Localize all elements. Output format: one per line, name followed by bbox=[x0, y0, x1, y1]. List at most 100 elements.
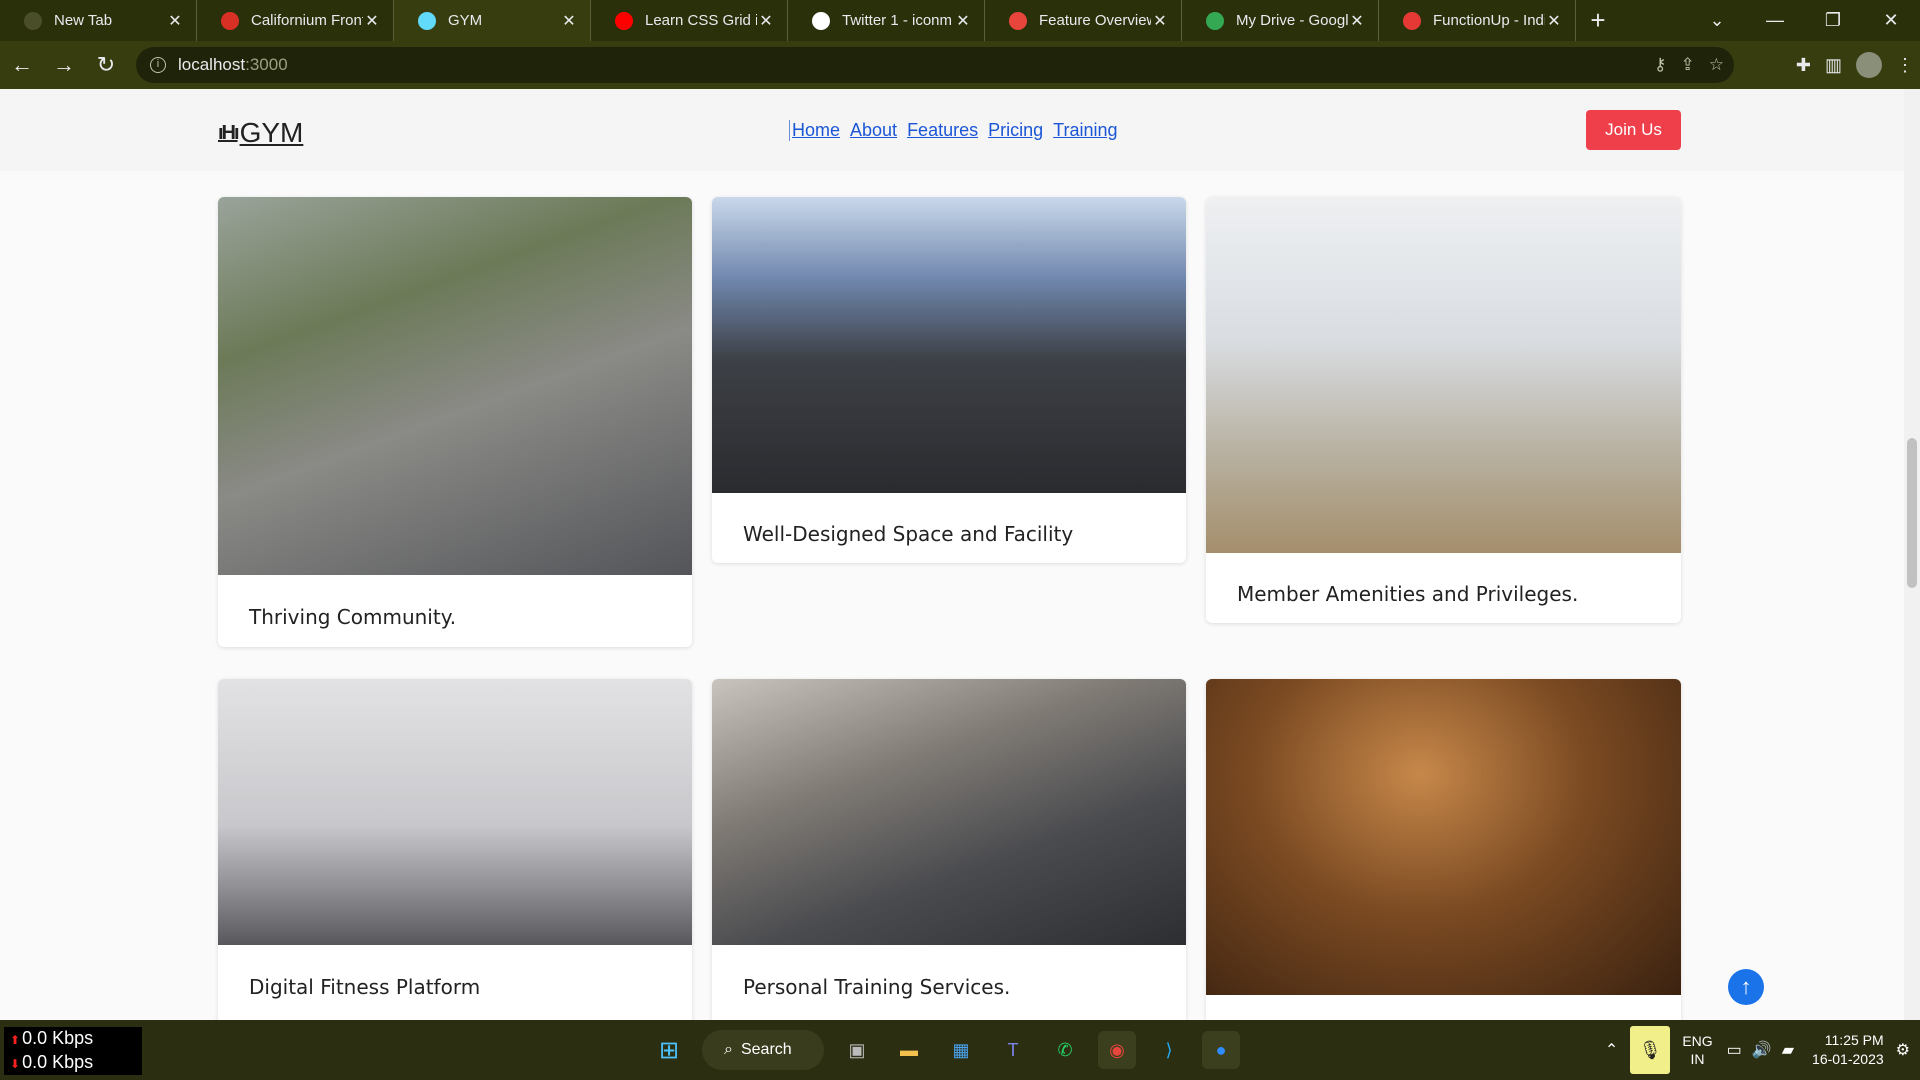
task-view-icon[interactable]: ▣ bbox=[838, 1031, 876, 1069]
functionup-icon bbox=[1403, 11, 1421, 30]
trainers-photo bbox=[712, 679, 1186, 945]
feature-icon bbox=[1009, 11, 1027, 30]
vscode-icon[interactable]: ⟩ bbox=[1150, 1031, 1188, 1069]
chrome-icon bbox=[24, 11, 42, 30]
reload-icon[interactable]: ↻ bbox=[86, 45, 126, 85]
browser-tab[interactable]: Feature Overview ✕ bbox=[985, 0, 1182, 41]
back-icon[interactable]: ← bbox=[2, 45, 42, 85]
toolbar-right: ✚ ▥ ⋮ bbox=[1796, 41, 1914, 89]
search-label: Search bbox=[740, 1041, 792, 1058]
feature-caption: Digital Fitness Platform bbox=[249, 975, 481, 999]
bookmark-star-icon[interactable]: ☆ bbox=[1709, 55, 1724, 75]
language-indicator[interactable]: ENG IN bbox=[1682, 1032, 1712, 1068]
nav-link-training[interactable]: Training bbox=[1053, 120, 1117, 141]
share-icon[interactable]: ⇪ bbox=[1681, 55, 1695, 75]
chrome-icon[interactable]: ◉ bbox=[1098, 1031, 1136, 1069]
dumbbell-icon: ıHı bbox=[218, 121, 240, 144]
address-bar[interactable]: i localhost:3000 ⚷ ⇪ ☆ bbox=[136, 47, 1734, 83]
volume-icon: 🔊 bbox=[1751, 1042, 1772, 1059]
extensions-puzzle-icon[interactable]: ✚ bbox=[1796, 55, 1811, 76]
browser-tab[interactable]: My Drive - Googl ✕ bbox=[1182, 0, 1379, 41]
tab-close-icon[interactable]: ✕ bbox=[1151, 11, 1169, 31]
search-icon: ⌕ bbox=[724, 1041, 733, 1058]
tab-close-icon[interactable]: ✕ bbox=[954, 11, 972, 31]
windows-start-icon[interactable]: ⊞ bbox=[650, 1031, 688, 1069]
url-host: localhost bbox=[178, 55, 246, 74]
tab-close-icon[interactable]: ✕ bbox=[363, 11, 381, 31]
forward-icon[interactable]: → bbox=[44, 45, 84, 85]
tab-close-icon[interactable]: ✕ bbox=[1545, 11, 1563, 31]
nav-link-home[interactable]: Home bbox=[792, 120, 840, 141]
notifications-icon[interactable]: ⚙ bbox=[1896, 1040, 1910, 1060]
tab-title: GYM bbox=[448, 12, 483, 29]
teams-icon[interactable]: T bbox=[994, 1031, 1032, 1069]
taskbar-search[interactable]: ⌕ Search bbox=[702, 1030, 824, 1070]
chrome-menu-icon[interactable]: ⋮ bbox=[1896, 55, 1914, 76]
clock-date: 16-01-2023 bbox=[1812, 1051, 1884, 1067]
tab-title: Learn CSS Grid in bbox=[645, 12, 757, 29]
close-window-icon[interactable]: ✕ bbox=[1862, 10, 1920, 31]
gym-floor-photo bbox=[712, 197, 1186, 493]
net-down: 0.0 Kbps bbox=[22, 1052, 94, 1072]
clock-time: 11:25 PM bbox=[1824, 1032, 1884, 1048]
file-explorer-icon[interactable]: ▬ bbox=[890, 1031, 928, 1069]
sauna-photo bbox=[1206, 679, 1681, 995]
password-key-icon[interactable]: ⚷ bbox=[1654, 55, 1666, 75]
site-navbar: ıHı GYM Home About Features Pricing Trai… bbox=[0, 89, 1904, 171]
feature-card-community: Thriving Community. bbox=[218, 197, 692, 647]
browser-tab[interactable]: Learn CSS Grid in ✕ bbox=[591, 0, 788, 41]
feature-caption: Well-Designed Space and Facility bbox=[743, 522, 1074, 546]
browser-tab[interactable]: FunctionUp - Indi ✕ bbox=[1379, 0, 1576, 41]
net-up: 0.0 Kbps bbox=[22, 1028, 94, 1048]
microsoft-store-icon[interactable]: ▦ bbox=[942, 1031, 980, 1069]
minimize-icon[interactable]: — bbox=[1746, 10, 1804, 31]
battery-icon: ▰ bbox=[1781, 1042, 1795, 1059]
tab-close-icon[interactable]: ✕ bbox=[757, 11, 775, 31]
zoom-icon[interactable]: ● bbox=[1202, 1031, 1240, 1069]
yoga-studio-photo bbox=[1206, 197, 1681, 553]
language-code: ENG bbox=[1682, 1033, 1713, 1049]
logo-text: GYM bbox=[239, 117, 304, 148]
clock[interactable]: 11:25 PM 16-01-2023 bbox=[1812, 1031, 1884, 1069]
drive-icon bbox=[1206, 11, 1224, 30]
tray-chevron-icon[interactable]: ⌃ bbox=[1605, 1040, 1618, 1060]
feature-card-digital: Digital Fitness Platform bbox=[218, 679, 692, 1020]
site-logo[interactable]: ıHı GYM bbox=[218, 117, 303, 149]
tab-title: Feature Overview bbox=[1039, 12, 1151, 29]
restore-icon[interactable]: ❐ bbox=[1804, 10, 1862, 31]
feature-card-training: Personal Training Services. bbox=[712, 679, 1186, 1020]
nav-link-features[interactable]: Features bbox=[907, 120, 978, 141]
window-controls: ⌄ — ❐ ✕ bbox=[1688, 0, 1920, 41]
tab-close-icon[interactable]: ✕ bbox=[560, 11, 578, 31]
tab-search-icon[interactable]: ⌄ bbox=[1688, 10, 1746, 31]
join-us-button[interactable]: Join Us bbox=[1586, 110, 1681, 150]
tab-close-icon[interactable]: ✕ bbox=[1348, 11, 1366, 31]
upload-arrow-icon: ⬆ bbox=[10, 1033, 21, 1047]
scrollbar-thumb[interactable] bbox=[1907, 438, 1917, 588]
network-speed-widget: ⬆ 0.0 Kbps ⬇ 0.0 Kbps bbox=[4, 1027, 142, 1075]
youtube-icon bbox=[615, 11, 633, 30]
side-panel-icon[interactable]: ▥ bbox=[1825, 55, 1842, 76]
nav-link-pricing[interactable]: Pricing bbox=[988, 120, 1043, 141]
browser-tab[interactable]: Twitter 1 - iconm ✕ bbox=[788, 0, 985, 41]
system-icons[interactable]: ▭ 🔊 ▰ bbox=[1727, 1040, 1794, 1060]
download-arrow-icon: ⬇ bbox=[10, 1057, 21, 1071]
microphone-icon[interactable]: 🎙 bbox=[1630, 1026, 1671, 1074]
whatsapp-icon[interactable]: ✆ bbox=[1046, 1031, 1084, 1069]
feature-caption: Thriving Community. bbox=[249, 605, 457, 629]
profile-avatar[interactable] bbox=[1856, 52, 1882, 78]
taskbar-apps: ⊞ ⌕ Search ▣ ▬ ▦ T ✆ ◉ ⟩ ● bbox=[650, 1026, 1240, 1074]
nav-link-about[interactable]: About bbox=[850, 120, 897, 141]
browser-tab[interactable]: New Tab ✕ bbox=[0, 0, 197, 41]
tab-close-icon[interactable]: ✕ bbox=[166, 11, 184, 31]
browser-tab[interactable]: GYM ✕ bbox=[394, 0, 591, 41]
nav-links: Home About Features Pricing Training bbox=[789, 120, 1118, 141]
react-icon bbox=[418, 11, 436, 30]
site-info-icon[interactable]: i bbox=[150, 57, 166, 73]
new-tab-button[interactable]: + bbox=[1576, 0, 1620, 41]
page-scrollbar[interactable] bbox=[1904, 89, 1920, 1020]
browser-toolbar: ← → ↻ i localhost:3000 ⚷ ⇪ ☆ ✚ ▥ ⋮ bbox=[0, 41, 1920, 89]
browser-tab[interactable]: Californium Front ✕ bbox=[197, 0, 394, 41]
scroll-to-top-button[interactable]: ↑ bbox=[1728, 969, 1764, 1005]
address-bar-actions: ⚷ ⇪ ☆ bbox=[1654, 47, 1724, 83]
